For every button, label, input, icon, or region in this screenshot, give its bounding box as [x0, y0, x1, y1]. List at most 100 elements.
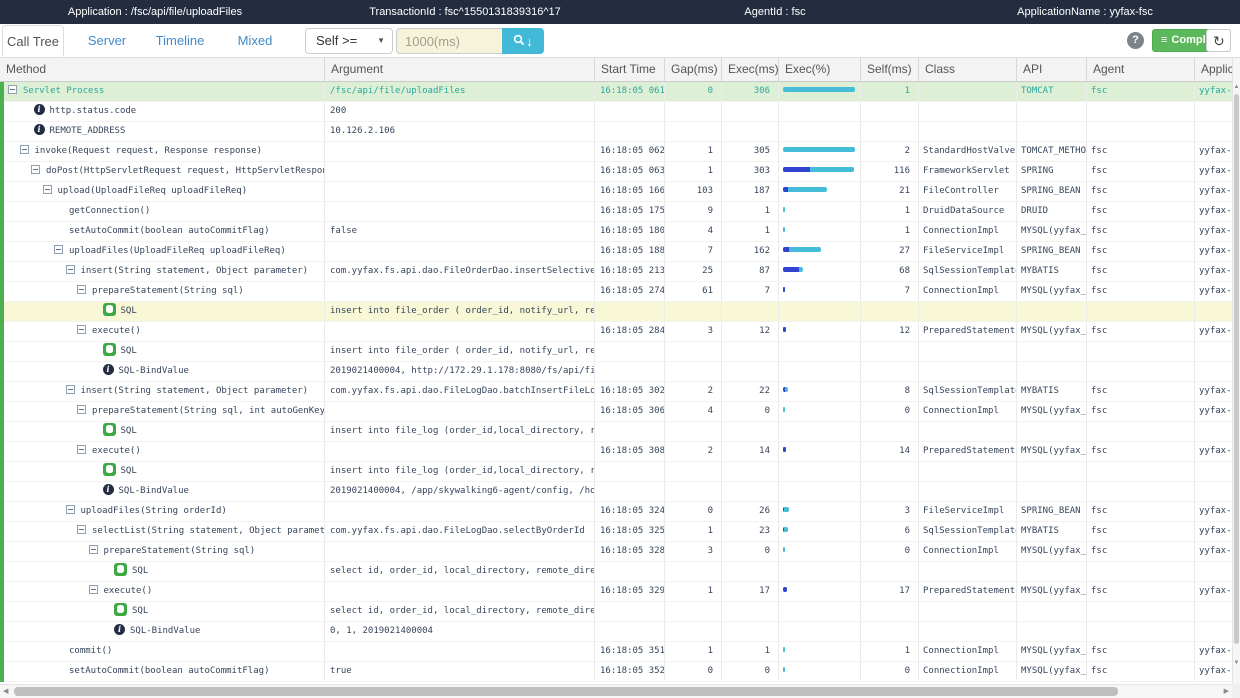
collapse-icon[interactable] [31, 165, 40, 174]
call-tree-row[interactable]: insert(String statement, Object paramete… [0, 262, 1232, 282]
api-cell: MYBATIS [1017, 522, 1087, 541]
gap-cell [665, 422, 722, 441]
self-cell [861, 622, 919, 641]
horizontal-scrollbar-thumb[interactable] [14, 687, 1118, 696]
agent-cell [1087, 482, 1195, 501]
column-header-gap: Gap(ms) [665, 58, 722, 81]
refresh-button[interactable]: ↻ [1206, 29, 1231, 52]
exec-cell: 0 [722, 402, 779, 421]
call-tree-row[interactable]: execute()16:18:05 30821414PreparedStatem… [0, 442, 1232, 462]
gap-cell: 1 [665, 642, 722, 661]
collapse-icon[interactable] [89, 545, 98, 554]
call-tree-row[interactable]: SQLinsert into file_order ( order_id, no… [0, 302, 1232, 322]
call-tree-row[interactable]: setAutoCommit(boolean autoCommitFlag)fal… [0, 222, 1232, 242]
class-cell: ConnectionImpl [919, 642, 1017, 661]
scroll-right-icon[interactable]: ▶ [1224, 685, 1229, 698]
application-cell [1195, 302, 1232, 321]
call-tree-row[interactable]: doPost(HttpServletRequest request, HttpS… [0, 162, 1232, 182]
search-button[interactable]: ↓ [502, 28, 544, 54]
exec-cell [722, 102, 779, 121]
call-tree-row[interactable]: commit()16:18:05 351111ConnectionImplMYS… [0, 642, 1232, 662]
scroll-left-icon[interactable]: ◀ [3, 685, 8, 698]
api-cell [1017, 302, 1087, 321]
call-tree-row[interactable]: execute()16:18:05 32911717PreparedStatem… [0, 582, 1232, 602]
call-tree-row[interactable]: prepareStatement(String sql)16:18:05 274… [0, 282, 1232, 302]
tab-mixed-view[interactable]: Mixed View [222, 25, 288, 57]
scroll-up-icon[interactable]: ▲ [1233, 82, 1240, 92]
call-tree-row[interactable]: prepareStatement(String sql)16:18:05 328… [0, 542, 1232, 562]
call-tree-row[interactable]: prepareStatement(String sql, int autoGen… [0, 402, 1232, 422]
collapse-icon[interactable] [77, 325, 86, 334]
collapse-icon[interactable] [77, 525, 86, 534]
exec-percent-cell [779, 422, 861, 441]
tab-call-tree[interactable]: Call Tree [2, 25, 64, 57]
filter-operator-select[interactable]: Self >= ▼ [305, 28, 393, 54]
collapse-icon[interactable] [20, 145, 29, 154]
method-cell: prepareStatement(String sql) [0, 282, 325, 301]
collapse-icon[interactable] [66, 265, 75, 274]
self-cell [861, 422, 919, 441]
search-icon [513, 34, 525, 49]
help-icon[interactable]: ? [1127, 32, 1144, 49]
call-tree-row[interactable]: iSQL-BindValue2019021400004, http://172.… [0, 362, 1232, 382]
call-tree-row[interactable]: SQLinsert into file_log (order_id,local_… [0, 422, 1232, 442]
call-tree-row[interactable]: execute()16:18:05 28431212PreparedStatem… [0, 322, 1232, 342]
column-header-start: Start Time [595, 58, 665, 81]
call-tree-row[interactable]: iSQL-BindValue2019021400004, /app/skywal… [0, 482, 1232, 502]
exec-cell [722, 342, 779, 361]
class-cell: ConnectionImpl [919, 542, 1017, 561]
exec-percent-bar [783, 647, 785, 652]
api-cell: MYSQL(yyfax_… [1017, 442, 1087, 461]
vertical-scrollbar-thumb[interactable] [1234, 94, 1239, 644]
collapse-icon[interactable] [43, 185, 52, 194]
collapse-icon[interactable] [77, 405, 86, 414]
start-time-cell: 16:18:05 062 [595, 142, 665, 161]
call-tree-row[interactable]: upload(UploadFileReq uploadFileReq)16:18… [0, 182, 1232, 202]
call-tree-row[interactable]: uploadFiles(UploadFileReq uploadFileReq)… [0, 242, 1232, 262]
scroll-down-icon[interactable]: ▼ [1233, 658, 1240, 668]
call-tree-row[interactable]: iREMOTE_ADDRESS10.126.2.106 [0, 122, 1232, 142]
call-tree-row[interactable]: SQLselect id, order_id, local_directory,… [0, 602, 1232, 622]
agent-cell [1087, 102, 1195, 121]
method-cell: SQL [0, 342, 325, 361]
collapse-icon[interactable] [54, 245, 63, 254]
collapse-icon[interactable] [77, 445, 86, 454]
gap-cell: 0 [665, 662, 722, 681]
exec-cell: 187 [722, 182, 779, 201]
collapse-icon[interactable] [66, 385, 75, 394]
call-tree-row[interactable]: invoke(Request request, Response respons… [0, 142, 1232, 162]
call-tree-row[interactable]: setAutoCommit(boolean autoCommitFlag)tru… [0, 662, 1232, 682]
call-tree-row[interactable]: Servlet Process/fsc/api/file/uploadFiles… [0, 82, 1232, 102]
call-tree-row[interactable]: selectList(String statement, Object para… [0, 522, 1232, 542]
argument-cell: insert into file_order ( order_id, notif… [325, 302, 595, 321]
method-label: insert(String statement, Object paramete… [81, 266, 309, 276]
exec-percent-bar [783, 327, 786, 332]
column-header-method: Method [0, 58, 325, 81]
exec-cell: 0 [722, 662, 779, 681]
argument-cell [325, 142, 595, 161]
start-time-cell: 16:18:05 351 [595, 642, 665, 661]
horizontal-scrollbar[interactable]: ◀ ▶ [0, 684, 1232, 698]
call-tree-row[interactable]: ihttp.status.code200 [0, 102, 1232, 122]
start-time-cell [595, 302, 665, 321]
collapse-icon[interactable] [77, 285, 86, 294]
start-time-cell: 16:18:05 175 [595, 202, 665, 221]
call-tree-row[interactable]: insert(String statement, Object paramete… [0, 382, 1232, 402]
collapse-icon[interactable] [66, 505, 75, 514]
agent-cell: fsc [1087, 642, 1195, 661]
collapse-icon[interactable] [8, 85, 17, 94]
tab-timeline[interactable]: Timeline [154, 25, 206, 57]
argument-cell: 0, 1, 2019021400004 [325, 622, 595, 641]
call-tree-row[interactable]: uploadFiles(String orderId)16:18:05 3240… [0, 502, 1232, 522]
call-tree-row[interactable]: iSQL-BindValue0, 1, 2019021400004 [0, 622, 1232, 642]
class-cell [919, 82, 1017, 101]
call-tree-row[interactable]: SQLinsert into file_log (order_id,local_… [0, 462, 1232, 482]
call-tree-row[interactable]: SQLselect id, order_id, local_directory,… [0, 562, 1232, 582]
call-tree-row[interactable]: SQLinsert into file_order ( order_id, no… [0, 342, 1232, 362]
collapse-icon[interactable] [89, 585, 98, 594]
call-tree-row[interactable]: getConnection()16:18:05 175911DruidDataS… [0, 202, 1232, 222]
filter-threshold-input[interactable] [396, 28, 502, 54]
api-cell: MYSQL(yyfax_… [1017, 642, 1087, 661]
vertical-scrollbar[interactable]: ▲ ▼ [1232, 58, 1240, 684]
tab-server-map[interactable]: Server Map [74, 25, 140, 57]
